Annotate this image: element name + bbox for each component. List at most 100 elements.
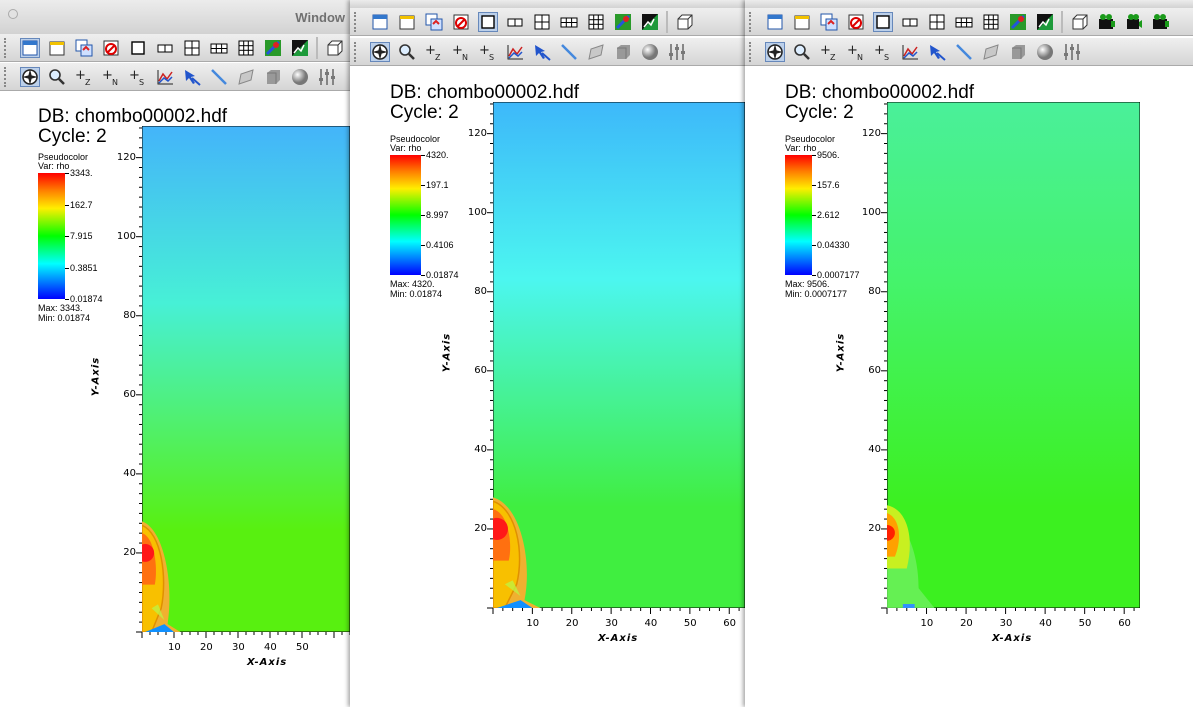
layout-2x2-icon[interactable] [927, 12, 947, 32]
toolbar-grip[interactable] [749, 41, 756, 62]
layout-2x2-icon[interactable] [532, 12, 552, 32]
zone-pick-z-icon[interactable]: + Z [819, 42, 839, 62]
zone-pick-z-icon[interactable]: + Z [74, 67, 94, 87]
lock-view-icon[interactable] [1008, 12, 1028, 32]
delete-window-icon[interactable] [451, 12, 471, 32]
new-window-icon[interactable] [19, 37, 40, 58]
zoom-icon[interactable] [792, 42, 812, 62]
toolbar-grip[interactable] [354, 41, 361, 62]
extra-box-icon[interactable] [675, 12, 695, 32]
sphere-tool-icon[interactable] [1035, 42, 1055, 62]
sphere-tool-icon[interactable] [290, 67, 310, 87]
layout-2x3-icon[interactable] [559, 12, 579, 32]
box-tool-icon[interactable] [586, 42, 606, 62]
layout-1x1-icon[interactable] [477, 11, 498, 32]
new-window-icon[interactable] [765, 12, 785, 32]
axes-ticks [487, 103, 740, 614]
new-window-icon[interactable] [370, 12, 390, 32]
legend-tick [421, 275, 425, 276]
zone-pick-z-icon[interactable]: + Z [424, 42, 444, 62]
box-tool-icon[interactable] [236, 67, 256, 87]
vis-window-3: +Z+N+S DB: chombo00002.hdfCycle: 2Time:0… [745, 0, 1193, 707]
line-tool-icon[interactable] [209, 67, 229, 87]
toolbar-grip[interactable] [4, 37, 11, 58]
toolbar-grip[interactable] [749, 11, 756, 32]
active-window-icon[interactable] [792, 12, 812, 32]
navigate-icon[interactable] [19, 66, 40, 87]
spreadsheet-pick-s-icon[interactable]: + S [873, 42, 893, 62]
node-pick-n-icon[interactable]: + N [451, 42, 471, 62]
toolbar-grip[interactable] [4, 66, 11, 87]
legend-value: 7.915 [70, 231, 93, 241]
camera-tool-icon[interactable] [1151, 12, 1171, 32]
movie-tool-icon[interactable] [1124, 12, 1144, 32]
layout-3x3-icon[interactable] [586, 12, 606, 32]
invert-background-icon[interactable] [290, 38, 310, 58]
lineout-icon[interactable] [900, 42, 920, 62]
layout-1x1-icon[interactable] [128, 38, 148, 58]
sphere-tool-icon[interactable] [640, 42, 660, 62]
layout-2x3-icon[interactable] [954, 12, 974, 32]
layout-1x2-icon[interactable] [155, 38, 175, 58]
box-tool-icon[interactable] [981, 42, 1001, 62]
legend-value: 8.997 [426, 210, 449, 220]
select-icon[interactable] [927, 42, 947, 62]
zoom-icon[interactable] [397, 42, 417, 62]
plane-tool-icon[interactable] [263, 67, 283, 87]
toolbar-grip[interactable] [354, 11, 361, 32]
active-window-icon[interactable] [47, 38, 67, 58]
layout-3x3-icon[interactable] [236, 38, 256, 58]
plane-tool-icon[interactable] [1008, 42, 1028, 62]
y-axis-label: Y-Axis [441, 332, 453, 373]
invert-background-icon[interactable] [640, 12, 660, 32]
layout-1x1-icon[interactable] [872, 11, 893, 32]
lock-view-icon[interactable] [613, 12, 633, 32]
navigate-icon[interactable] [369, 41, 390, 62]
node-pick-n-icon[interactable]: + N [101, 67, 121, 87]
legend-value: 197.1 [426, 180, 449, 190]
spreadsheet-pick-s-icon[interactable]: + S [478, 42, 498, 62]
window-toolbar [0, 34, 350, 62]
extra-box-icon[interactable] [1070, 12, 1090, 32]
layout-2x2-icon[interactable] [182, 38, 202, 58]
legend-value: 0.04330 [817, 240, 850, 250]
svg-text:Z: Z [85, 78, 91, 86]
window-close-button[interactable] [8, 9, 18, 19]
clone-window-icon[interactable] [424, 12, 444, 32]
layout-2x3-icon[interactable] [209, 38, 229, 58]
lock-view-icon[interactable] [263, 38, 283, 58]
layout-1x2-icon[interactable] [505, 12, 525, 32]
layout-1x2-icon[interactable] [900, 12, 920, 32]
select-icon[interactable] [532, 42, 552, 62]
y-tick-label: 60 [123, 388, 136, 400]
camera-tool-icon[interactable] [1097, 12, 1117, 32]
settings-sliders-icon[interactable] [1062, 42, 1082, 62]
spreadsheet-pick-s-icon[interactable]: + S [128, 67, 148, 87]
active-window-icon[interactable] [397, 12, 417, 32]
legend-color-bar [785, 155, 812, 275]
y-tick-label: 20 [868, 522, 881, 534]
navigate-icon[interactable] [764, 41, 785, 62]
interaction-toolbar: + Z + N + S [745, 38, 1193, 66]
extra-box-icon[interactable] [325, 38, 345, 58]
layout-3x3-icon[interactable] [981, 12, 1001, 32]
plane-tool-icon[interactable] [613, 42, 633, 62]
lineout-icon[interactable] [155, 67, 175, 87]
node-pick-n-icon[interactable]: + N [846, 42, 866, 62]
settings-sliders-icon[interactable] [667, 42, 687, 62]
clone-window-icon[interactable] [819, 12, 839, 32]
clone-window-icon[interactable] [74, 38, 94, 58]
x-axis-label: X-Axis [598, 633, 639, 644]
line-tool-icon[interactable] [954, 42, 974, 62]
delete-window-icon[interactable] [101, 38, 121, 58]
invert-background-icon[interactable] [1035, 12, 1055, 32]
zoom-icon[interactable] [47, 67, 67, 87]
settings-sliders-icon[interactable] [317, 67, 337, 87]
delete-window-icon[interactable] [846, 12, 866, 32]
select-icon[interactable] [182, 67, 202, 87]
legend-tick [421, 155, 425, 156]
line-tool-icon[interactable] [559, 42, 579, 62]
lineout-icon[interactable] [505, 42, 525, 62]
window-titlebar[interactable]: Window [0, 0, 350, 35]
legend-tick [812, 185, 816, 186]
